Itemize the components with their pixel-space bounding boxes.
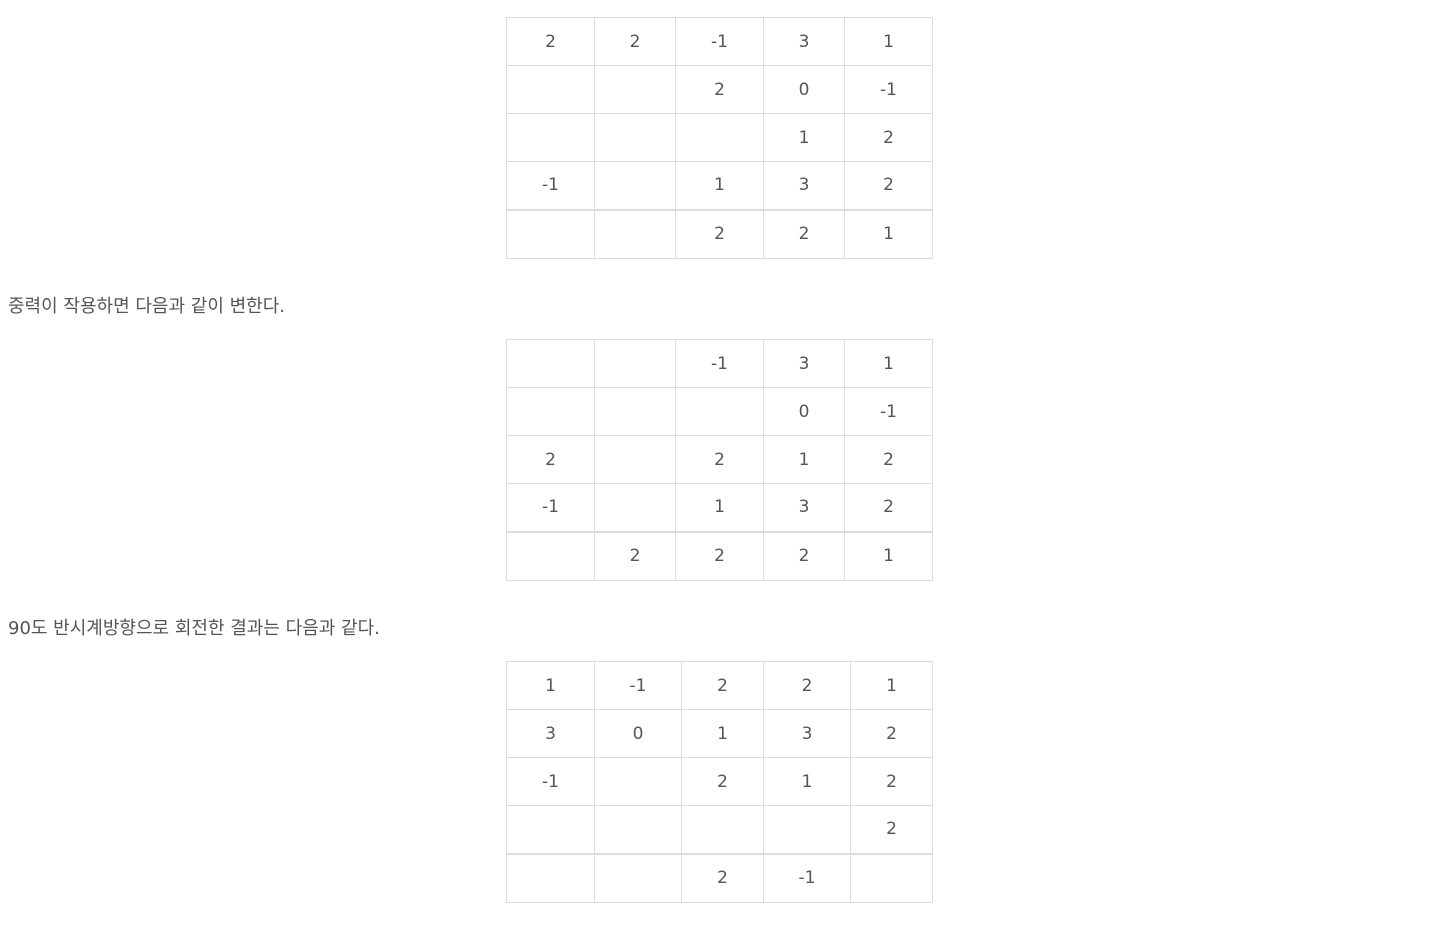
grid-cell [594, 339, 676, 388]
grid-cell: 2 [675, 65, 764, 114]
grid-row: 2212 [506, 435, 933, 484]
grid-cell: 1 [850, 661, 933, 710]
grid-cell: -1 [675, 17, 764, 66]
grid-row: -1 1 3 2 [506, 161, 933, 210]
grid-cell: 1 [844, 208, 933, 259]
grid-cell [506, 805, 595, 854]
grid-cell: 3 [763, 161, 845, 210]
grid-row: 12 [506, 113, 933, 162]
grid-cell: 2 [506, 17, 595, 66]
grid-row: 2 [506, 805, 933, 854]
grid-cell [506, 530, 595, 581]
grid-row: -1 3 1 [506, 339, 933, 388]
grid-cell [594, 161, 676, 210]
grid-row: 2221 [506, 530, 933, 581]
grid-cell [506, 387, 595, 436]
grid-cell [594, 113, 676, 162]
grid-initial: 2 2 -1 3 1 2 0 -1 1 2 -1 1 3 2 2 2 1 [506, 17, 933, 259]
grid-cell: 0 [763, 65, 845, 114]
grid-cell [850, 852, 933, 903]
grid-row: -1 1 3 2 [506, 483, 933, 532]
grid-cell: 2 [844, 435, 933, 484]
grid-cell: 2 [763, 661, 851, 710]
grid-cell: 1 [763, 435, 845, 484]
grid-cell: 2 [681, 852, 764, 903]
grid-row: 30132 [506, 709, 933, 758]
grid-cell [506, 339, 595, 388]
grid-cell: 2 [763, 530, 845, 581]
grid-row: -1 2 1 2 [506, 757, 933, 806]
grid-cell: 2 [506, 435, 595, 484]
grid-cell: 1 [675, 161, 764, 210]
grid-cell: 1 [681, 709, 764, 758]
grid-row: 2 -1 [506, 852, 933, 903]
grid-cell [675, 387, 764, 436]
grid-cell: -1 [844, 65, 933, 114]
grid-cell: 1 [763, 113, 845, 162]
grid-cell: 2 [844, 161, 933, 210]
grid-cell [594, 852, 682, 903]
grid-cell: -1 [844, 387, 933, 436]
grid-cell: 2 [763, 208, 845, 259]
grid-cell: 3 [763, 483, 845, 532]
grid-cell [594, 65, 676, 114]
grid-cell: 1 [844, 339, 933, 388]
grid-cell: 2 [850, 757, 933, 806]
grid-cell: 2 [594, 530, 676, 581]
grid-cell: -1 [763, 852, 851, 903]
grid-cell [763, 805, 851, 854]
grid-cell: 1 [844, 530, 933, 581]
grid-cell: 2 [675, 208, 764, 259]
grid-cell: 0 [594, 709, 682, 758]
grid-cell: 2 [675, 530, 764, 581]
grid-cell: 1 [506, 661, 595, 710]
grid-cell: 3 [763, 709, 851, 758]
grid-cell: 2 [844, 483, 933, 532]
grid-cell: 3 [763, 17, 845, 66]
grid-after-rotation: 1 -1 2 2 1 3 0 1 3 2 -1 2 1 2 2 2 -1 [506, 661, 933, 903]
grid-cell: 1 [675, 483, 764, 532]
grid-cell [506, 208, 595, 259]
grid-cell: 2 [681, 757, 764, 806]
grid-after-gravity: -1 3 1 0 -1 2 2 1 2 -1 1 3 2 2 2 2 1 [506, 339, 933, 581]
grid-cell [681, 805, 764, 854]
grid-cell [506, 113, 595, 162]
grid-cell: 2 [850, 805, 933, 854]
caption-after-gravity: 중력이 작용하면 다음과 같이 변한다. [8, 296, 286, 317]
grid-cell: 2 [675, 435, 764, 484]
grid-cell: 0 [763, 387, 845, 436]
grid-cell [594, 208, 676, 259]
grid-cell: 2 [681, 661, 764, 710]
grid-cell [506, 65, 595, 114]
grid-cell: 3 [763, 339, 845, 388]
grid-row: 221 [506, 208, 933, 259]
grid-cell [594, 483, 676, 532]
grid-cell: -1 [594, 661, 682, 710]
grid-cell: 2 [844, 113, 933, 162]
grid-cell: -1 [506, 483, 595, 532]
grid-row: 2 2 -1 3 1 [506, 17, 933, 66]
grid-cell [594, 805, 682, 854]
grid-cell: 2 [594, 17, 676, 66]
grid-cell: 2 [850, 709, 933, 758]
grid-cell: -1 [506, 161, 595, 210]
grid-cell: -1 [506, 757, 595, 806]
grid-cell [594, 387, 676, 436]
grid-cell [594, 757, 682, 806]
grid-row: 2 0 -1 [506, 65, 933, 114]
grid-cell: 1 [763, 757, 851, 806]
caption-after-rotation: 90도 반시계방향으로 회전한 결과는 다음과 같다. [8, 618, 380, 639]
grid-cell: 1 [844, 17, 933, 66]
grid-row: 0 -1 [506, 387, 933, 436]
grid-cell [506, 852, 595, 903]
grid-cell [675, 113, 764, 162]
grid-cell: 3 [506, 709, 595, 758]
grid-cell [594, 435, 676, 484]
grid-cell: -1 [675, 339, 764, 388]
grid-row: 1 -1 2 2 1 [506, 661, 933, 710]
